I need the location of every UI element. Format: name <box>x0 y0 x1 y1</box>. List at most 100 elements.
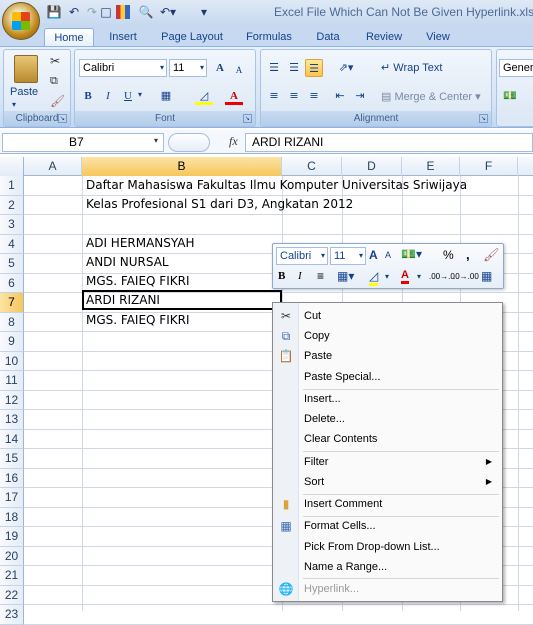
column-header-f[interactable]: F <box>460 157 518 176</box>
office-button[interactable] <box>2 2 40 40</box>
align-top-icon[interactable]: ☰ <box>265 59 283 77</box>
row-header-2[interactable]: 2 <box>0 195 24 215</box>
row-header-20[interactable]: 20 <box>0 546 24 566</box>
menu-item-format-cells[interactable]: ▦ Format Cells... <box>273 516 502 536</box>
mini-font-size[interactable]: 11 ▾ <box>330 247 366 265</box>
cell-b6[interactable]: MGS. FAIEQ FIKRI <box>86 274 189 288</box>
borders-icon[interactable]: ▦ <box>157 87 175 105</box>
tab-formulas[interactable]: Formulas <box>240 28 298 46</box>
undo-icon[interactable]: ↶ <box>66 4 82 20</box>
row-header-15[interactable]: 15 <box>0 449 24 469</box>
mini-center-icon[interactable]: ≡ <box>317 269 324 283</box>
row-header-3[interactable]: 3 <box>0 215 24 235</box>
wrap-text-button[interactable]: ↵ Wrap Text <box>381 61 442 74</box>
tab-insert[interactable]: Insert <box>102 28 144 46</box>
mini-comma-button[interactable]: , <box>466 247 470 262</box>
select-all-button[interactable] <box>0 157 24 176</box>
row-header-18[interactable]: 18 <box>0 507 24 527</box>
font-size-box[interactable]: 11 ▾ <box>169 59 207 77</box>
menu-item-delete[interactable]: Delete... <box>273 409 502 429</box>
row-header-12[interactable]: 12 <box>0 390 24 410</box>
mini-decrease-decimal-button[interactable]: .0→.00 <box>453 272 479 281</box>
column-header-c[interactable]: C <box>282 157 342 176</box>
mini-borders-icon[interactable]: ▦▾ <box>337 269 354 283</box>
underline-dropdown-icon[interactable]: ▾ <box>138 90 142 99</box>
tab-review[interactable]: Review <box>360 28 408 46</box>
name-box-dropdown-icon[interactable]: ▾ <box>154 136 158 145</box>
menu-item-paste-special[interactable]: Paste Special... <box>273 367 502 387</box>
column-header-b[interactable]: B <box>82 157 282 176</box>
increase-indent-icon[interactable]: ⇥ <box>351 87 369 105</box>
align-left-icon[interactable]: ≡ <box>265 87 283 105</box>
cell-b8[interactable]: MGS. FAIEQ FIKRI <box>86 313 189 327</box>
orientation-icon[interactable]: ⇗▾ <box>333 59 359 77</box>
paste-dropdown-icon[interactable]: ▾ <box>12 100 16 109</box>
row-header-6[interactable]: 6 <box>0 273 24 293</box>
tab-page-layout[interactable]: Page Layout <box>156 28 228 46</box>
mini-fill-dropdown-icon[interactable]: ▾ <box>385 272 389 281</box>
align-center-icon[interactable]: ≡ <box>285 87 303 105</box>
number-format-box[interactable]: Genera <box>499 59 533 77</box>
mini-shrink-font-button[interactable]: A <box>385 250 391 260</box>
row-header-10[interactable]: 10 <box>0 351 24 371</box>
align-middle-icon[interactable]: ☰ <box>285 59 303 77</box>
row-header-9[interactable]: 9 <box>0 332 24 352</box>
row-header-14[interactable]: 14 <box>0 429 24 449</box>
new-icon[interactable]: □ <box>98 4 114 20</box>
row-header-19[interactable]: 19 <box>0 527 24 547</box>
tab-home[interactable]: Home <box>44 28 94 46</box>
menu-item-insert[interactable]: Insert... <box>273 389 502 409</box>
cell-b4[interactable]: ADI HERMANSYAH <box>86 236 195 250</box>
mini-font-name[interactable]: Calibri ▾ <box>276 247 328 265</box>
copy-icon[interactable]: ⧉ <box>50 74 58 88</box>
column-header-a[interactable]: A <box>24 157 82 176</box>
mini-merge-icon[interactable]: ▦ <box>481 269 492 283</box>
decrease-indent-icon[interactable]: ⇤ <box>331 87 349 105</box>
mini-fill-color-icon[interactable]: ◿ <box>369 269 379 286</box>
row-header-21[interactable]: 21 <box>0 566 24 586</box>
tab-data[interactable]: Data <box>310 28 346 46</box>
column-header-d[interactable]: D <box>342 157 402 176</box>
merge-center-button[interactable]: ▤ Merge & Center ▾ <box>381 90 481 103</box>
row-header-13[interactable]: 13 <box>0 410 24 430</box>
underline-button[interactable]: U <box>119 87 137 105</box>
row-header-7[interactable]: 7 <box>0 293 24 313</box>
row-header-17[interactable]: 17 <box>0 488 24 508</box>
menu-item-clear-contents[interactable]: Clear Contents <box>273 429 502 449</box>
paste-label[interactable]: Paste <box>10 86 38 98</box>
mini-format-painter-icon[interactable]: 🖌 <box>483 247 500 263</box>
formula-input[interactable]: ARDI RIZANI <box>245 133 533 152</box>
clipboard-launcher-icon[interactable]: ↘ <box>58 114 67 123</box>
row-header-4[interactable]: 4 <box>0 234 24 254</box>
tab-view[interactable]: View <box>420 28 456 46</box>
row-header-11[interactable]: 11 <box>0 371 24 391</box>
mini-accounting-icon[interactable]: 💵▾ <box>401 247 422 261</box>
menu-item-pick-from-list[interactable]: Pick From Drop-down List... <box>273 537 502 557</box>
menu-item-copy[interactable]: ⧉ Copy <box>273 326 502 346</box>
row-header-5[interactable]: 5 <box>0 254 24 274</box>
row-header-23[interactable]: 23 <box>0 605 24 625</box>
name-box[interactable]: B7 <box>2 133 164 152</box>
align-bottom-icon[interactable]: ☰ <box>305 59 323 77</box>
mini-font-color-button[interactable]: A <box>401 269 409 284</box>
mini-grow-font-button[interactable]: A <box>369 248 378 262</box>
bold-button[interactable]: B <box>79 87 97 105</box>
row-header-22[interactable]: 22 <box>0 585 24 605</box>
menu-item-name-range[interactable]: Name a Range... <box>273 557 502 577</box>
row-header-1[interactable]: 1 <box>0 176 24 196</box>
mini-font-color-dropdown-icon[interactable]: ▾ <box>417 272 421 281</box>
column-header-e[interactable]: E <box>402 157 460 176</box>
font-color-icon[interactable]: A <box>225 87 243 105</box>
grow-font-button[interactable]: A <box>211 59 229 77</box>
mini-percent-button[interactable]: % <box>443 248 454 262</box>
align-right-icon[interactable]: ≡ <box>305 87 323 105</box>
menu-item-sort[interactable]: Sort ▶ <box>273 472 502 492</box>
paste-icon[interactable] <box>14 55 38 83</box>
fill-color-icon[interactable]: ◿ <box>195 87 213 105</box>
mini-italic-button[interactable]: I <box>298 270 302 282</box>
shrink-font-button[interactable]: A <box>230 61 248 79</box>
mini-bold-button[interactable]: B <box>278 270 285 282</box>
insert-function-icon[interactable]: fx <box>229 134 238 149</box>
row-header-8[interactable]: 8 <box>0 312 24 332</box>
mini-increase-decimal-button[interactable]: .00→.0 <box>429 272 455 281</box>
